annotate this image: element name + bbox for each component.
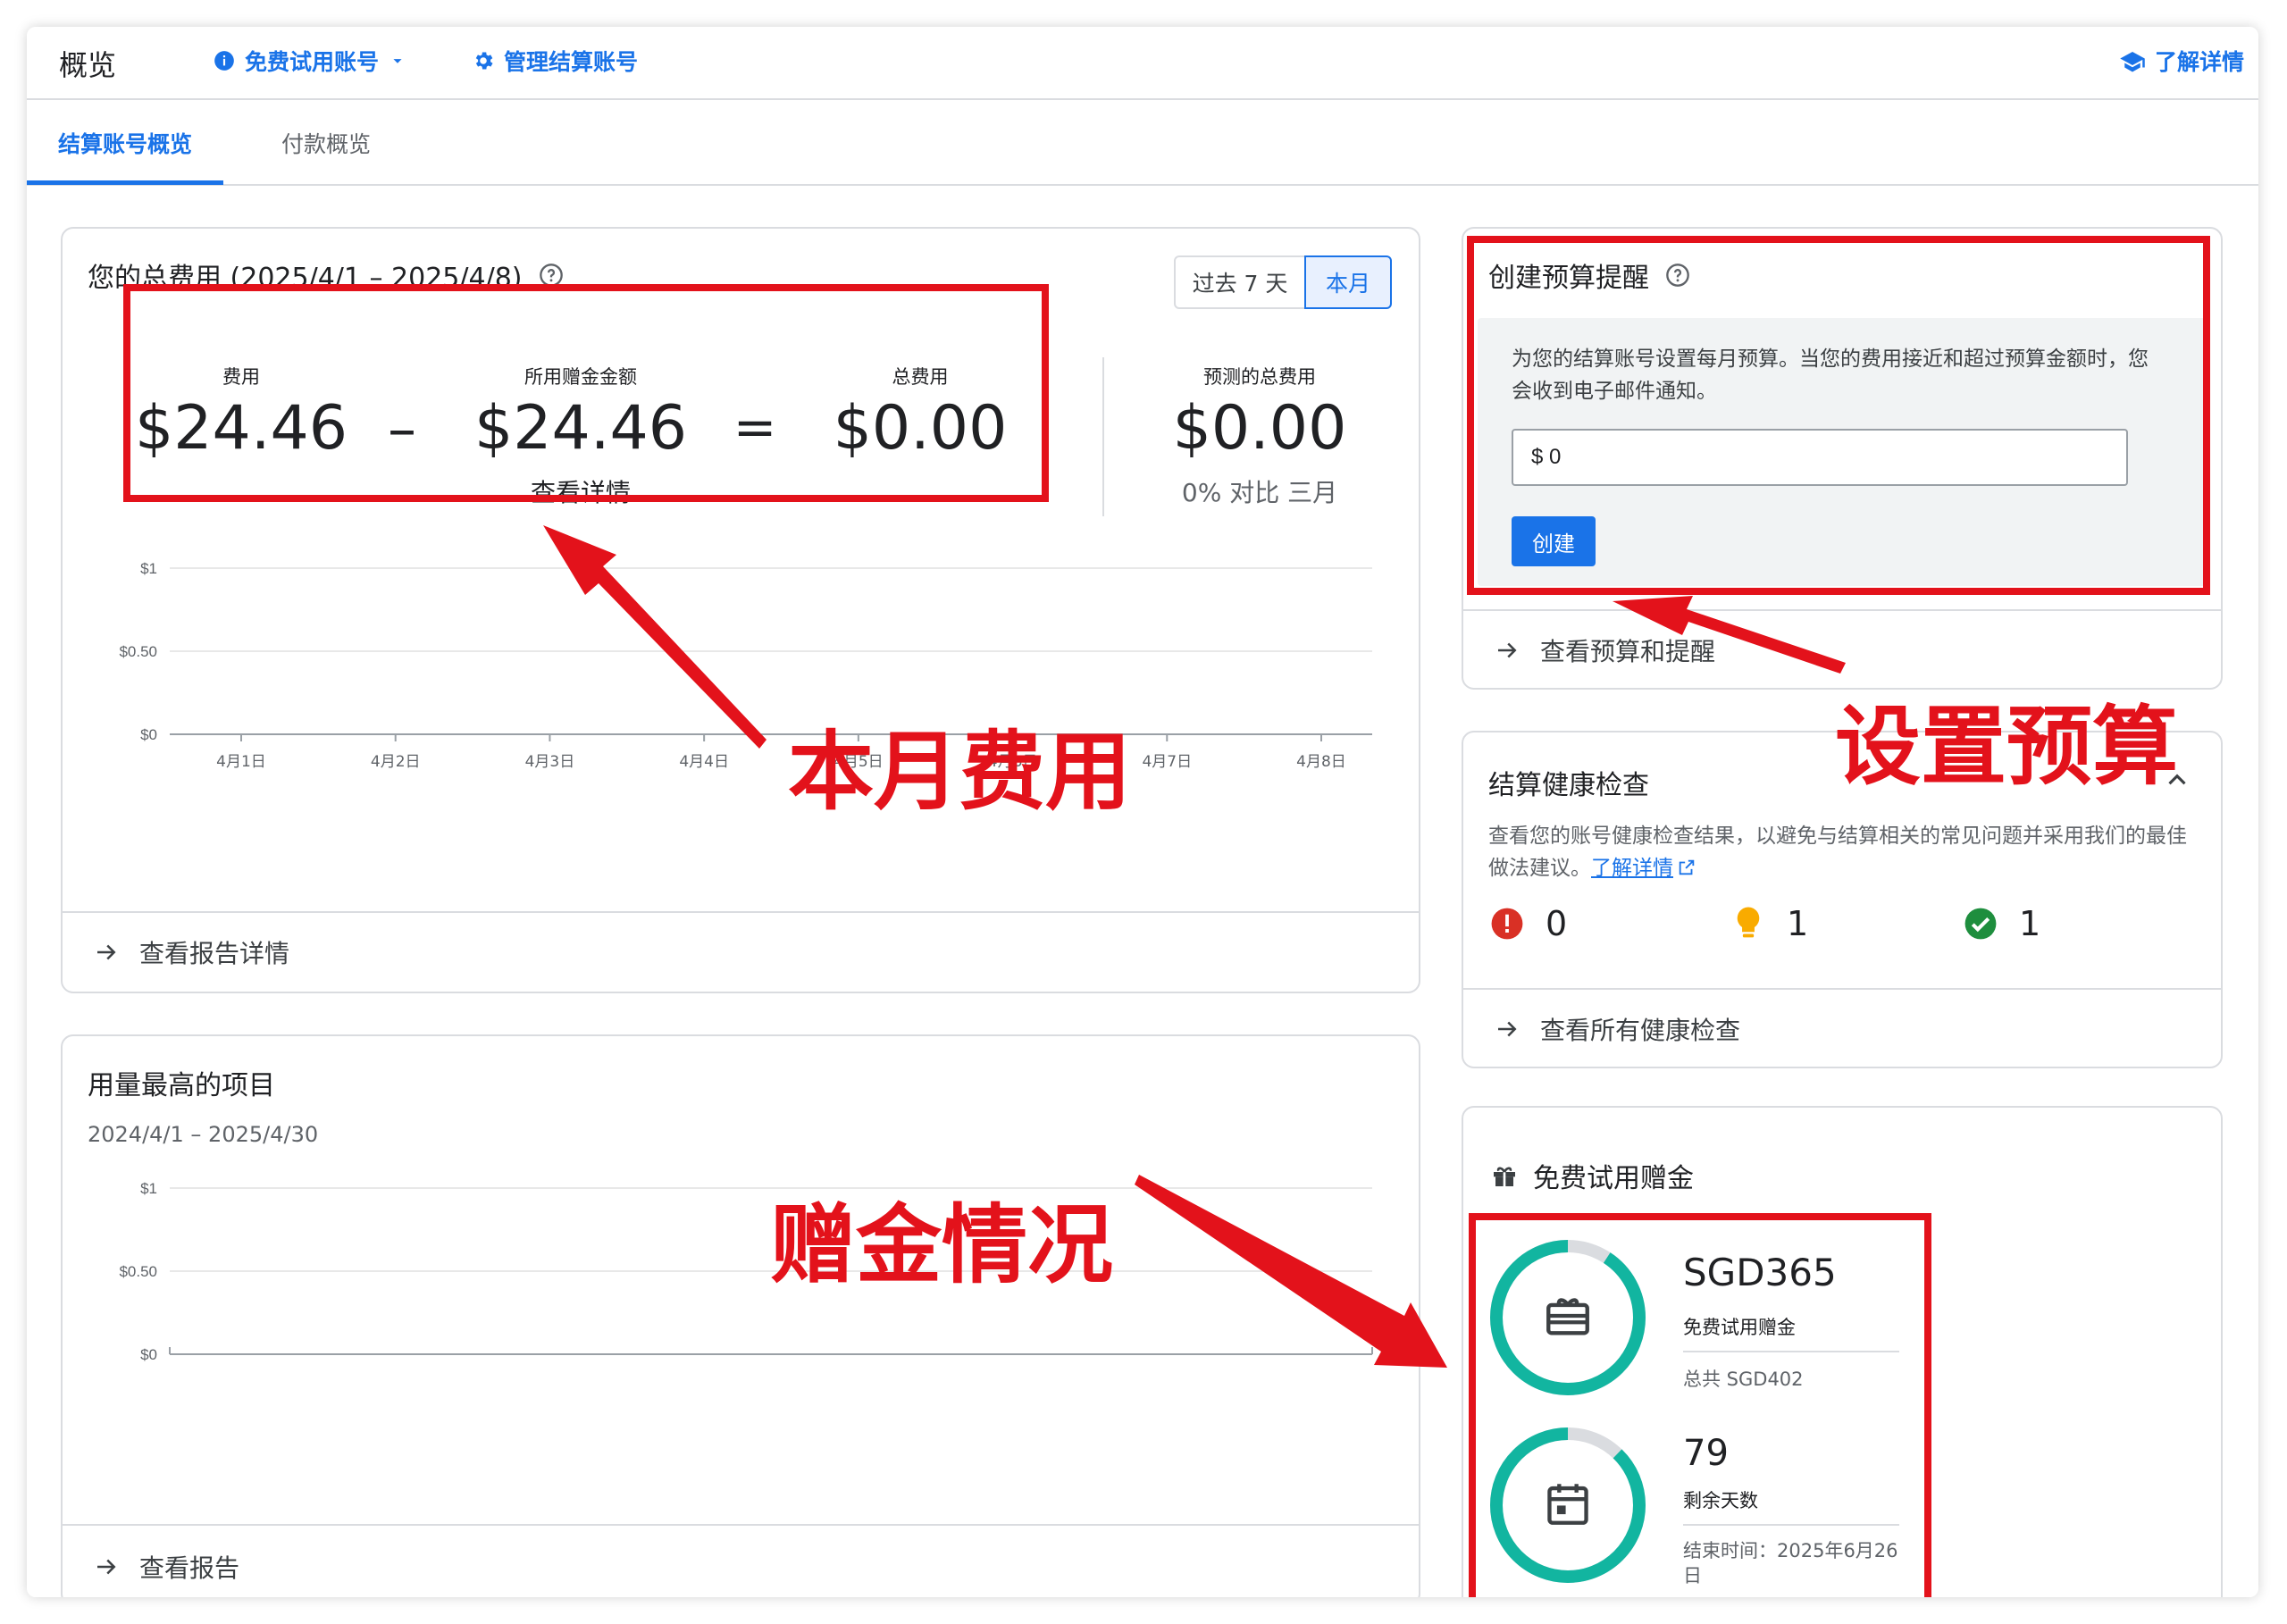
page-title: 概览	[59, 48, 117, 82]
trial-account-label: 免费试用账号	[245, 49, 380, 75]
manage-billing-link[interactable]: 管理结算账号	[472, 45, 638, 77]
annotation-credit-status: 赠金情况	[770, 1195, 1113, 1295]
tab-label: 付款概览	[281, 131, 371, 157]
tab-bar: 结算账号概览 付款概览	[27, 100, 2258, 186]
arrow-credits	[1135, 1175, 1447, 1368]
content-area: 您的总费用 (2025/4/1 – 2025/4/8) 过去 7 天 本月 费用…	[27, 186, 2258, 1597]
tab-payment-overview[interactable]: 付款概览	[241, 100, 411, 186]
learn-more-link[interactable]: 了解详情	[2119, 45, 2244, 77]
caret-down-icon	[393, 59, 402, 63]
annotation-monthly-cost: 本月费用	[788, 722, 1131, 822]
app-window: 概览 免费试用账号 管理结算账号 了解详情 结算账号概览 付款概览 您的总费用 …	[27, 27, 2258, 1597]
annotation-arrows	[543, 525, 1846, 1368]
annotation-set-budget: 设置预算	[1835, 697, 2178, 797]
arrow-budget	[1613, 596, 1846, 674]
gear-icon	[475, 52, 493, 70]
top-bar: 概览 免费试用账号 管理结算账号 了解详情	[27, 27, 2258, 100]
trial-account-menu[interactable]: 免费试用账号	[213, 45, 407, 77]
tab-billing-overview[interactable]: 结算账号概览	[27, 100, 223, 186]
info-icon	[214, 51, 234, 71]
learn-more-label: 了解详情	[2154, 49, 2244, 75]
school-icon	[2120, 52, 2145, 72]
manage-billing-label: 管理结算账号	[504, 49, 639, 75]
tab-label: 结算账号概览	[57, 131, 192, 157]
arrow-cost	[543, 525, 767, 749]
active-tab-indicator	[27, 180, 223, 185]
